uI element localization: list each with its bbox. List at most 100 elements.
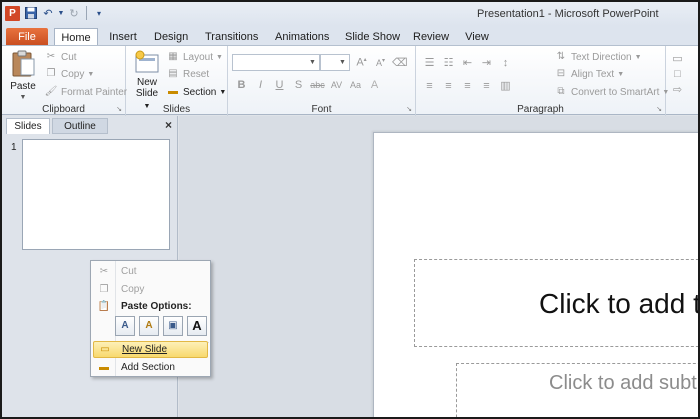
slide-canvas[interactable]: Click to add title Click to add subtitle xyxy=(373,132,698,417)
chevron-down-icon[interactable]: ▼ xyxy=(58,6,65,20)
numbering-icon[interactable]: ☷ xyxy=(441,56,456,69)
copy-button[interactable]: ❐ Copy ▼ xyxy=(44,68,95,80)
section-icon: ▬ xyxy=(168,86,178,97)
columns-icon[interactable]: ▥ xyxy=(498,79,513,92)
text-direction-button[interactable]: ⇅ Text Direction ▼ xyxy=(554,51,642,63)
shapes-gallery[interactable]: ▭ □ ⇨ xyxy=(670,52,685,96)
underline-icon[interactable]: U xyxy=(272,79,287,91)
powerpoint-app-icon[interactable]: P xyxy=(5,6,20,21)
shrink-font-icon[interactable]: A▾ xyxy=(373,57,388,68)
dialog-launcher-icon[interactable]: ↘ xyxy=(406,105,412,113)
decrease-indent-icon[interactable]: ⇤ xyxy=(460,56,475,69)
powerpoint-window: P ↶ ▼ ↻ ▾ Presentation1 - Microsoft Powe… xyxy=(0,0,700,419)
cut-button[interactable]: ✂ Cut xyxy=(44,51,77,63)
customize-qat-icon[interactable]: ▾ xyxy=(92,6,106,20)
convert-smartart-button[interactable]: ⧉ Convert to SmartArt ▼ xyxy=(554,86,669,98)
tab-review[interactable]: Review xyxy=(413,28,449,46)
paintbrush-icon: 🖌 xyxy=(44,86,58,97)
section-button[interactable]: ▬ Section ▼ xyxy=(166,86,226,98)
title-placeholder[interactable]: Click to add title xyxy=(414,259,698,347)
paste-options: A A ▣ A xyxy=(115,316,207,336)
dialog-launcher-icon[interactable]: ↘ xyxy=(116,105,122,113)
new-slide-icon xyxy=(135,50,159,73)
title-bar: P ↶ ▼ ↻ ▾ Presentation1 - Microsoft Powe… xyxy=(2,2,698,26)
tab-home[interactable]: Home xyxy=(54,28,98,46)
justify-icon[interactable]: ≡ xyxy=(479,80,494,92)
format-painter-button[interactable]: 🖌 Format Painter xyxy=(44,86,128,98)
dialog-launcher-icon[interactable]: ↘ xyxy=(656,105,662,113)
chevron-down-icon: ▼ xyxy=(634,53,642,61)
context-menu: ✂ Cut ❐ Copy 📋 Paste Options: A A ▣ A ▭ … xyxy=(90,260,211,377)
reset-button[interactable]: ▤ Reset xyxy=(166,68,209,80)
italic-icon[interactable]: I xyxy=(253,79,268,91)
title-placeholder-text: Click to add title xyxy=(539,288,698,319)
chevron-down-icon: ▼ xyxy=(339,59,346,66)
font-group: ▼ ▼ A▴ A▾ ⌫ B I U S abc AV Aa A Font ↘ xyxy=(228,46,416,116)
quick-access-toolbar: ↶ ▼ ↻ ▾ xyxy=(24,6,106,20)
clipboard-group: Paste ▼ ✂ Cut ❐ Copy ▼ 🖌 Format Painter Clip… xyxy=(2,46,128,116)
list-buttons: ☰ ☷ ⇤ ⇥ ↕ xyxy=(422,56,513,70)
tab-design[interactable]: Design xyxy=(154,28,188,46)
close-icon[interactable]: × xyxy=(165,118,172,132)
layout-button[interactable]: ▦ Layout ▼ xyxy=(166,51,223,63)
align-left-icon[interactable]: ≡ xyxy=(422,80,437,92)
text-box-shape-icon[interactable]: ▭ xyxy=(670,52,685,65)
shadow-icon[interactable]: S xyxy=(291,79,306,91)
chevron-down-icon: ▼ xyxy=(309,59,316,66)
font-color-icon[interactable]: A xyxy=(367,79,382,91)
tab-outline[interactable]: Outline xyxy=(52,118,108,134)
paste-options-header: 📋 Paste Options: xyxy=(93,299,208,313)
grow-font-icon[interactable]: A▴ xyxy=(354,56,369,69)
subtitle-placeholder-text: Click to add subtitle xyxy=(549,372,698,394)
paste-keep-text-only-icon[interactable]: A xyxy=(187,316,207,336)
paragraph-label: Paragraph xyxy=(517,104,564,115)
tab-insert[interactable]: Insert xyxy=(108,28,138,46)
tab-view[interactable]: View xyxy=(464,28,490,46)
layout-icon: ▦ xyxy=(168,51,178,62)
tab-transitions[interactable]: Transitions xyxy=(205,28,258,46)
slide-thumbnail[interactable] xyxy=(22,139,170,250)
align-text-icon: ⊟ xyxy=(556,68,566,79)
save-icon[interactable] xyxy=(24,6,38,20)
character-spacing-icon[interactable]: AV xyxy=(329,80,344,90)
menu-item-add-section[interactable]: ▬ Add Section xyxy=(93,359,208,376)
font-size-dropdown[interactable]: ▼ xyxy=(320,54,350,71)
increase-indent-icon[interactable]: ⇥ xyxy=(479,56,494,69)
undo-icon[interactable]: ↶ xyxy=(41,6,55,20)
chevron-down-icon: ▼ xyxy=(87,70,95,78)
clipboard-label: Clipboard xyxy=(42,104,85,115)
align-text-button[interactable]: ⊟ Align Text ▼ xyxy=(554,68,624,80)
clear-formatting-icon[interactable]: ⌫ xyxy=(392,56,408,69)
paste-use-destination-theme-icon[interactable]: A xyxy=(115,316,135,336)
tab-animations[interactable]: Animations xyxy=(275,28,329,46)
change-case-icon[interactable]: Aa xyxy=(348,80,363,90)
slides-group: New Slide ▼ ▦ Layout ▼ ▤ Reset ▬ Section ▼ Sl… xyxy=(126,46,228,116)
redo-icon[interactable]: ↻ xyxy=(67,6,81,20)
new-slide-button[interactable]: New Slide ▼ xyxy=(132,50,162,112)
menu-item-new-slide[interactable]: ▭ New Slide xyxy=(93,341,208,358)
bold-icon[interactable]: B xyxy=(234,79,249,91)
paste-keep-source-formatting-icon[interactable]: A xyxy=(139,316,159,336)
tab-slide-show[interactable]: Slide Show xyxy=(345,28,400,46)
rectangle-shape-icon[interactable]: □ xyxy=(670,68,685,80)
paste-button[interactable]: Paste ▼ xyxy=(8,50,38,103)
strikethrough-icon[interactable]: abc xyxy=(310,80,325,90)
arrow-shape-icon[interactable]: ⇨ xyxy=(670,83,685,96)
menu-item-cut[interactable]: ✂ Cut xyxy=(93,263,208,280)
scissors-icon: ✂ xyxy=(46,51,56,62)
align-center-icon[interactable]: ≡ xyxy=(441,80,456,92)
line-spacing-icon[interactable]: ↕ xyxy=(498,57,513,69)
ribbon: Paste ▼ ✂ Cut ❐ Copy ▼ 🖌 Format Painter Clip… xyxy=(2,45,698,116)
pane-tabs: Slides Outline × xyxy=(6,118,176,135)
font-size-buttons: A▴ A▾ ⌫ xyxy=(354,56,407,69)
menu-item-copy[interactable]: ❐ Copy xyxy=(93,281,208,298)
font-name-dropdown[interactable]: ▼ xyxy=(232,54,320,71)
subtitle-placeholder[interactable]: Click to add subtitle xyxy=(456,363,698,417)
chevron-down-icon: ▼ xyxy=(617,70,625,78)
tab-slides[interactable]: Slides xyxy=(6,118,50,134)
tab-file[interactable]: File xyxy=(6,28,48,46)
paste-picture-icon[interactable]: ▣ xyxy=(163,316,183,336)
align-right-icon[interactable]: ≡ xyxy=(460,80,475,92)
window-title: Presentation1 - Microsoft PowerPoint xyxy=(477,8,659,20)
bullets-icon[interactable]: ☰ xyxy=(422,56,437,69)
